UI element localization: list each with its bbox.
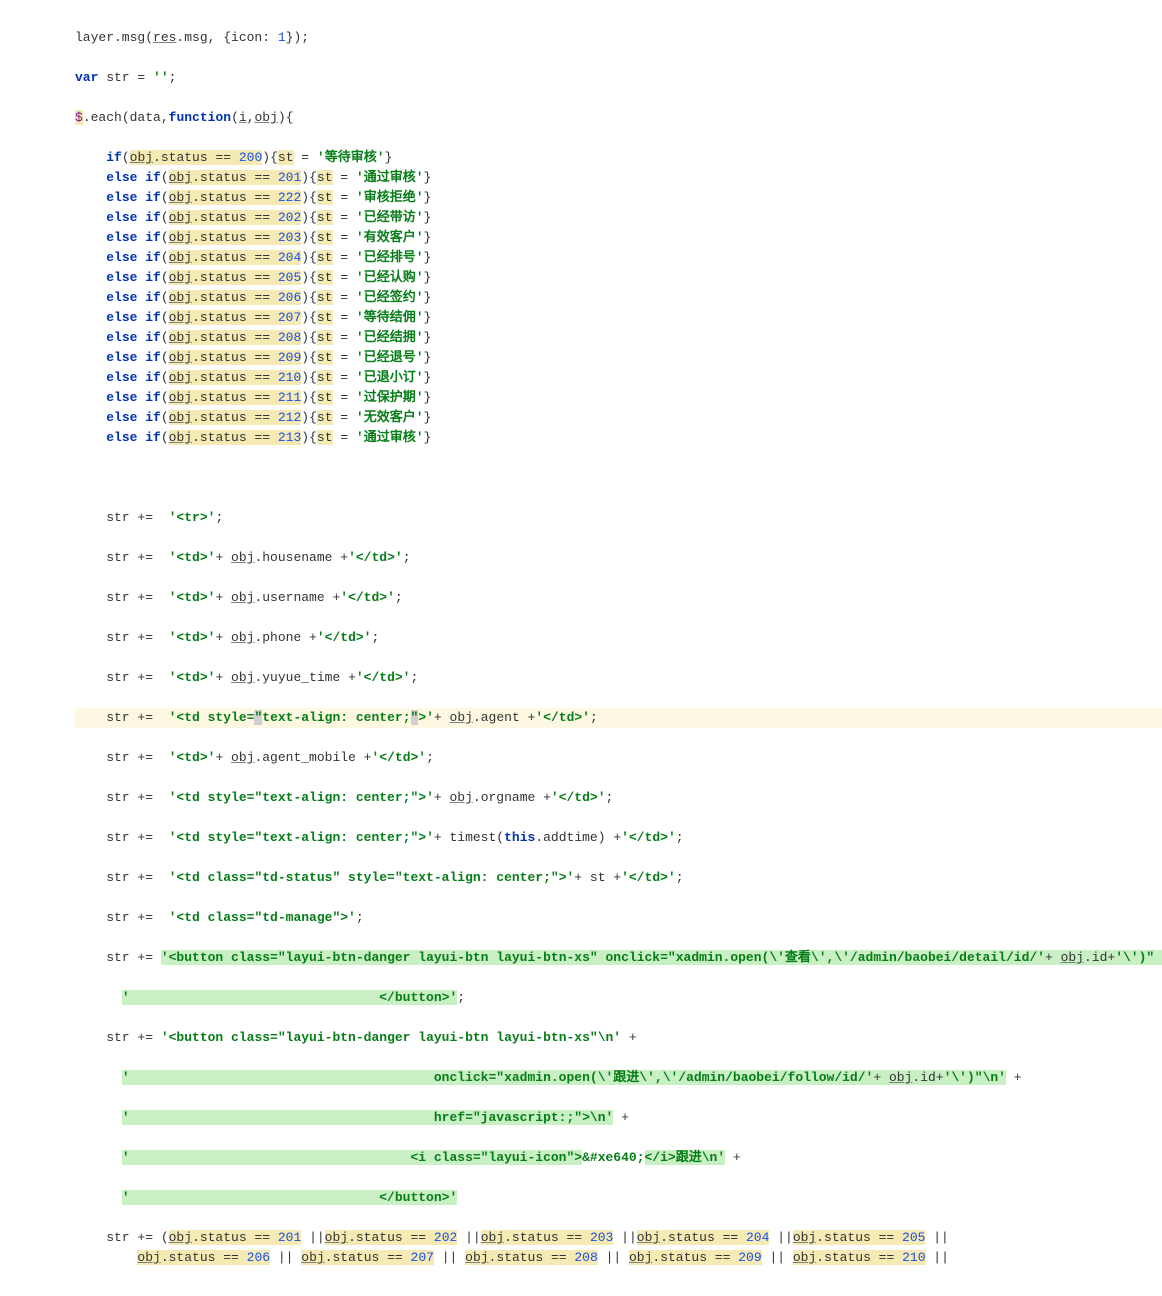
code-line: str += '<td style="text-align: center;">…: [75, 788, 1162, 808]
code-line: else if(obj.status == 213){st = '通过审核'}: [75, 428, 1162, 448]
code-line: ' </button>';: [75, 988, 1162, 1008]
code-line: str += '<td>'+ obj.username +'</td>';: [75, 588, 1162, 608]
code-line: else if(obj.status == 207){st = '等待结佣'}: [75, 308, 1162, 328]
code-line: else if(obj.status == 206){st = '已经签约'}: [75, 288, 1162, 308]
code-line: else if(obj.status == 210){st = '已退小订'}: [75, 368, 1162, 388]
code-line: str += '<button class="layui-btn-danger …: [75, 948, 1162, 968]
code-editor[interactable]: layer.msg(res.msg, {icon: 1}); var str =…: [0, 0, 1162, 1296]
code-line: else if(obj.status == 222){st = '审核拒绝'}: [75, 188, 1162, 208]
code-line-current: str += '<td style="text-align: center;">…: [75, 708, 1162, 728]
code-line: else if(obj.status == 208){st = '已经结拥'}: [75, 328, 1162, 348]
code-line: else if(obj.status == 204){st = '已经排号'}: [75, 248, 1162, 268]
code-line: else if(obj.status == 203){st = '有效客户'}: [75, 228, 1162, 248]
code-line: var str = '';: [75, 68, 1162, 88]
code-line: str += '<td class="td-manage">';: [75, 908, 1162, 928]
code-line: str += '<td>'+ obj.phone +'</td>';: [75, 628, 1162, 648]
code-line: str += '<td class="td-status" style="tex…: [75, 868, 1162, 888]
code-line: else if(obj.status == 205){st = '已经认购'}: [75, 268, 1162, 288]
code-line: $.each(data,function(i,obj){: [75, 108, 1162, 128]
code-line: str += '<tr>';: [75, 508, 1162, 528]
code-line: str += (obj.status == 201 ||obj.status =…: [75, 1228, 1162, 1248]
code-line: str += '<button class="layui-btn-danger …: [75, 1028, 1162, 1048]
code-line: layer.msg(res.msg, {icon: 1});: [75, 28, 1162, 48]
code-line: str += '<td style="text-align: center;">…: [75, 828, 1162, 848]
code-line: str += '<td>'+ obj.yuyue_time +'</td>';: [75, 668, 1162, 688]
code-line: else if(obj.status == 211){st = '过保护期'}: [75, 388, 1162, 408]
code-line: str += '<td>'+ obj.housename +'</td>';: [75, 548, 1162, 568]
code-line: if(obj.status == 200){st = '等待审核'}: [75, 148, 1162, 168]
code-line: ' onclick="xadmin.open(\'跟进\',\'/admin/b…: [75, 1068, 1162, 1088]
code-line: else if(obj.status == 209){st = '已经退号'}: [75, 348, 1162, 368]
code-line: ' </button>': [75, 1188, 1162, 1208]
code-line: [75, 468, 1162, 488]
if-block: if(obj.status == 200){st = '等待审核'} else …: [75, 148, 1162, 448]
code-line: else if(obj.status == 202){st = '已经带访'}: [75, 208, 1162, 228]
code-line: else if(obj.status == 212){st = '无效客户'}: [75, 408, 1162, 428]
code-line: else if(obj.status == 201){st = '通过审核'}: [75, 168, 1162, 188]
code-line: obj.status == 206 || obj.status == 207 |…: [75, 1248, 1162, 1268]
code-line: ' href="javascript:;">\n' +: [75, 1108, 1162, 1128]
code-line: str += '<td>'+ obj.agent_mobile +'</td>'…: [75, 748, 1162, 768]
code-line: ' <i class="layui-icon">&#xe640;</i>跟进\n…: [75, 1148, 1162, 1168]
last-block: str += (obj.status == 201 ||obj.status =…: [75, 1228, 1162, 1268]
